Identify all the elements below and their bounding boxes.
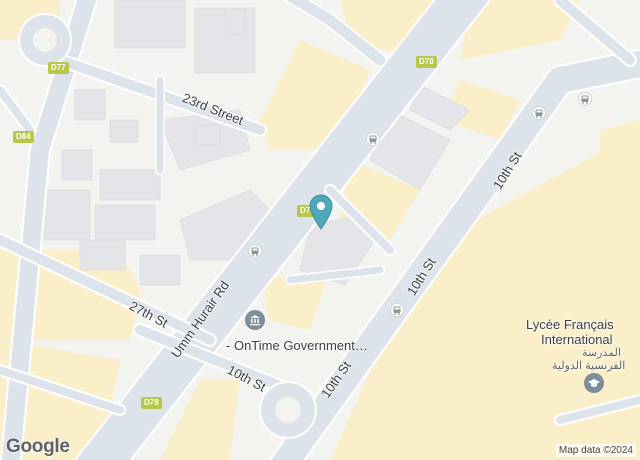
bus-icon[interactable]	[578, 92, 592, 106]
bus-icon[interactable]	[366, 132, 380, 146]
place-label-lycee-line1[interactable]: Lycée Français	[526, 317, 614, 332]
place-label-lycee-arabic2: الفرنسية الدولية	[552, 360, 626, 372]
government-building-icon[interactable]	[245, 310, 265, 330]
place-label-ontime-text: OnTime Government…	[233, 338, 368, 353]
bus-icon[interactable]	[248, 244, 262, 258]
route-badge-d78-bottom: D78	[141, 397, 162, 409]
route-badge-d84: D84	[13, 131, 34, 143]
route-badge-d77: D77	[48, 62, 69, 74]
map-attribution[interactable]: Map data ©2024	[555, 444, 636, 457]
route-badge-d78-top: D78	[416, 56, 437, 68]
bus-icon[interactable]	[532, 106, 546, 120]
school-icon[interactable]	[584, 373, 604, 393]
google-logo: Google	[6, 436, 70, 457]
place-label-lycee-line2[interactable]: International	[541, 332, 613, 347]
location-pin-icon[interactable]	[308, 194, 334, 230]
place-label-lycee-arabic1: المدرسة	[582, 347, 621, 359]
map-canvas[interactable]: 23rd Street 27th St Umm Hurair Rd 10th S…	[0, 0, 640, 460]
bus-icon[interactable]	[390, 303, 404, 317]
place-label-ontime[interactable]: - OnTime Government…	[226, 338, 368, 353]
